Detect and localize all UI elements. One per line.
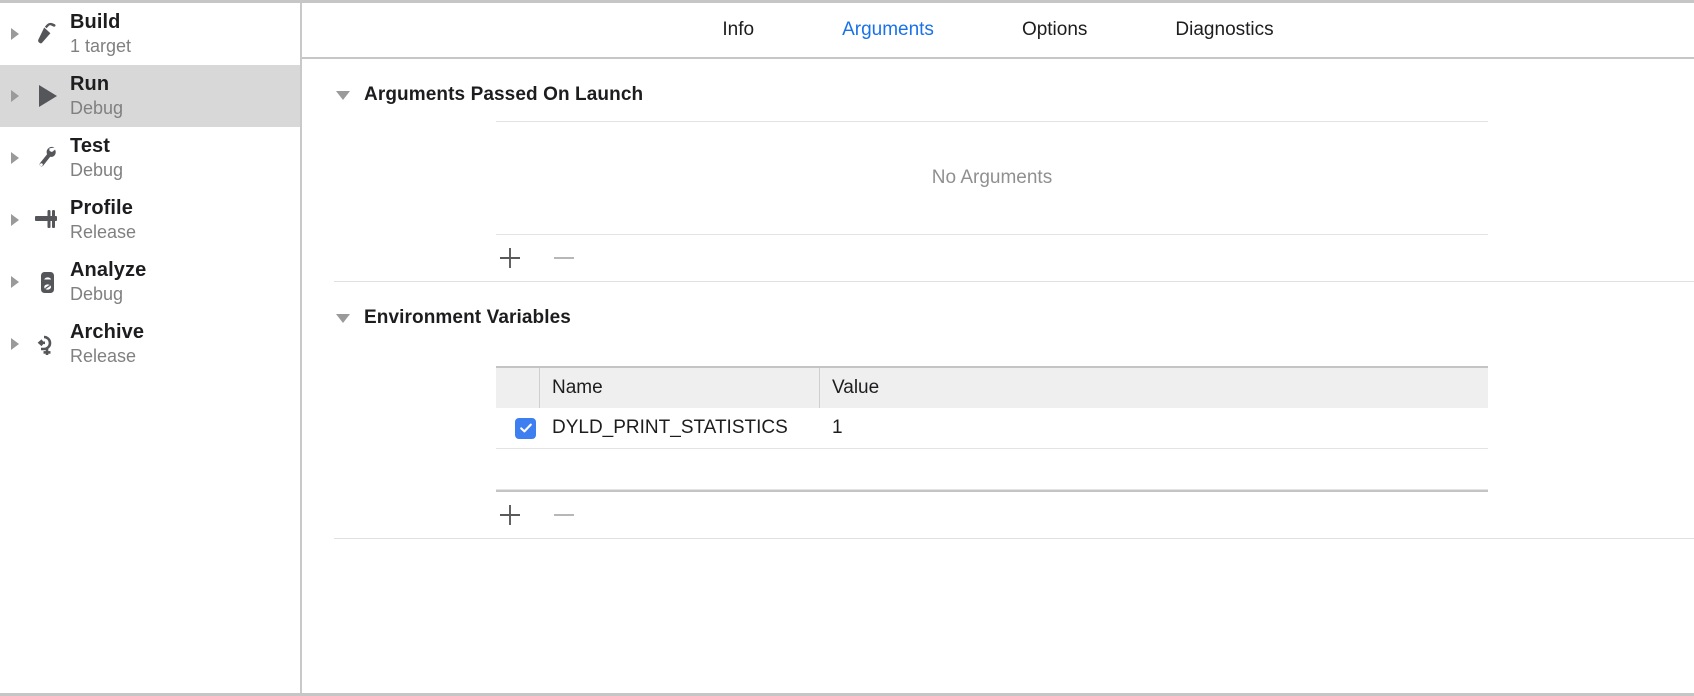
sidebar-item-profile[interactable]: Profile Release	[0, 189, 300, 251]
disclosure-triangle-down-icon[interactable]	[334, 309, 352, 327]
sidebar-item-test-title: Test	[70, 134, 111, 157]
analyzer-icon	[26, 267, 68, 297]
sidebar-item-profile-text: Profile Release	[68, 196, 136, 244]
row-value-text: 1	[832, 417, 843, 438]
sidebar-item-archive-title: Archive	[70, 320, 145, 343]
row-enabled-cell	[496, 408, 540, 448]
row-name-cell[interactable]	[540, 449, 820, 489]
sidebar-item-run-title: Run	[70, 72, 110, 95]
sidebar-item-test-subtitle: Debug	[70, 160, 124, 181]
sidebar-item-build[interactable]: Build 1 target	[0, 3, 300, 65]
arguments-empty-state: No Arguments	[496, 122, 1488, 234]
tab-arguments[interactable]: Arguments	[798, 19, 978, 41]
environment-section: Environment Variables Name Value DYLD_PR…	[302, 282, 1694, 539]
sidebar-item-test-text: Test Debug	[68, 134, 123, 182]
header-cell-name-label: Name	[552, 377, 603, 398]
chevron-right-icon[interactable]	[4, 213, 26, 227]
chevron-right-icon[interactable]	[4, 337, 26, 351]
disclosure-triangle-down-icon[interactable]	[334, 86, 352, 104]
row-value-cell[interactable]	[820, 449, 1488, 489]
tab-diagnostics[interactable]: Diagnostics	[1131, 19, 1317, 41]
arguments-list: No Arguments	[496, 121, 1488, 235]
scheme-detail-pane: Info Arguments Options Diagnostics Argum…	[302, 3, 1694, 693]
add-argument-button[interactable]	[496, 244, 524, 272]
environment-variables-table: Name Value DYLD_PRINT_STATISTICS 1	[496, 366, 1488, 492]
chevron-right-icon[interactable]	[4, 89, 26, 103]
header-cell-value-label: Value	[832, 377, 880, 398]
remove-environment-variable-button[interactable]	[550, 501, 578, 529]
tab-info[interactable]: Info	[678, 19, 798, 41]
wrench-icon	[26, 143, 68, 173]
sidebar-item-analyze[interactable]: Analyze Debug	[0, 251, 300, 313]
row-value-cell[interactable]: 1	[820, 408, 1488, 448]
hammer-icon	[26, 19, 68, 49]
clamp-icon	[26, 329, 68, 359]
caliper-icon	[26, 205, 68, 235]
sidebar-item-profile-subtitle: Release	[70, 222, 137, 243]
arguments-toolbar	[302, 235, 1694, 281]
chevron-right-icon[interactable]	[4, 27, 26, 41]
chevron-right-icon[interactable]	[4, 151, 26, 165]
sidebar-item-build-title: Build	[70, 10, 121, 33]
header-cell-enabled	[496, 368, 540, 408]
sidebar-item-run-text: Run Debug	[68, 72, 123, 120]
sidebar-item-test[interactable]: Test Debug	[0, 127, 300, 189]
header-cell-name[interactable]: Name	[540, 368, 820, 408]
scheme-editor-window: Build 1 target Run Debug Test Debug Prof…	[0, 0, 1694, 696]
header-cell-value[interactable]: Value	[820, 368, 1488, 408]
tab-options[interactable]: Options	[978, 19, 1131, 41]
environment-section-header[interactable]: Environment Variables	[302, 292, 1694, 344]
arguments-section: Arguments Passed On Launch No Arguments	[302, 59, 1694, 282]
scheme-tab-bar: Info Arguments Options Diagnostics	[302, 3, 1694, 59]
sidebar-item-build-text: Build 1 target	[68, 10, 131, 58]
add-environment-variable-button[interactable]	[496, 501, 524, 529]
sidebar-item-analyze-text: Analyze Debug	[68, 258, 146, 306]
row-enabled-cell	[496, 449, 540, 489]
environment-section-title: Environment Variables	[364, 307, 571, 328]
arguments-pane: Arguments Passed On Launch No Arguments	[302, 59, 1694, 693]
sidebar-item-analyze-subtitle: Debug	[70, 284, 124, 305]
table-row[interactable]: DYLD_PRINT_STATISTICS 1	[496, 408, 1488, 449]
scheme-actions-sidebar: Build 1 target Run Debug Test Debug Prof…	[0, 3, 302, 693]
arguments-section-header[interactable]: Arguments Passed On Launch	[302, 69, 1694, 121]
checkbox-checked-icon[interactable]	[515, 417, 536, 439]
table-row[interactable]	[496, 449, 1488, 490]
chevron-right-icon[interactable]	[4, 275, 26, 289]
sidebar-item-archive-subtitle: Release	[70, 346, 137, 367]
sidebar-item-run[interactable]: Run Debug	[0, 65, 300, 127]
arguments-empty-label: No Arguments	[931, 167, 1053, 188]
sidebar-item-build-subtitle: 1 target	[70, 36, 132, 57]
sidebar-item-analyze-title: Analyze	[70, 258, 147, 281]
row-name-text: DYLD_PRINT_STATISTICS	[552, 417, 788, 438]
sidebar-item-archive[interactable]: Archive Release	[0, 313, 300, 375]
section-divider	[334, 538, 1694, 539]
sidebar-item-run-subtitle: Debug	[70, 98, 124, 119]
table-header-row: Name Value	[496, 368, 1488, 408]
arguments-section-title: Arguments Passed On Launch	[364, 84, 644, 105]
environment-toolbar	[302, 492, 1694, 538]
play-icon	[26, 81, 68, 111]
remove-argument-button[interactable]	[550, 244, 578, 272]
sidebar-item-archive-text: Archive Release	[68, 320, 144, 368]
row-name-cell[interactable]: DYLD_PRINT_STATISTICS	[540, 408, 820, 448]
sidebar-item-profile-title: Profile	[70, 196, 133, 219]
